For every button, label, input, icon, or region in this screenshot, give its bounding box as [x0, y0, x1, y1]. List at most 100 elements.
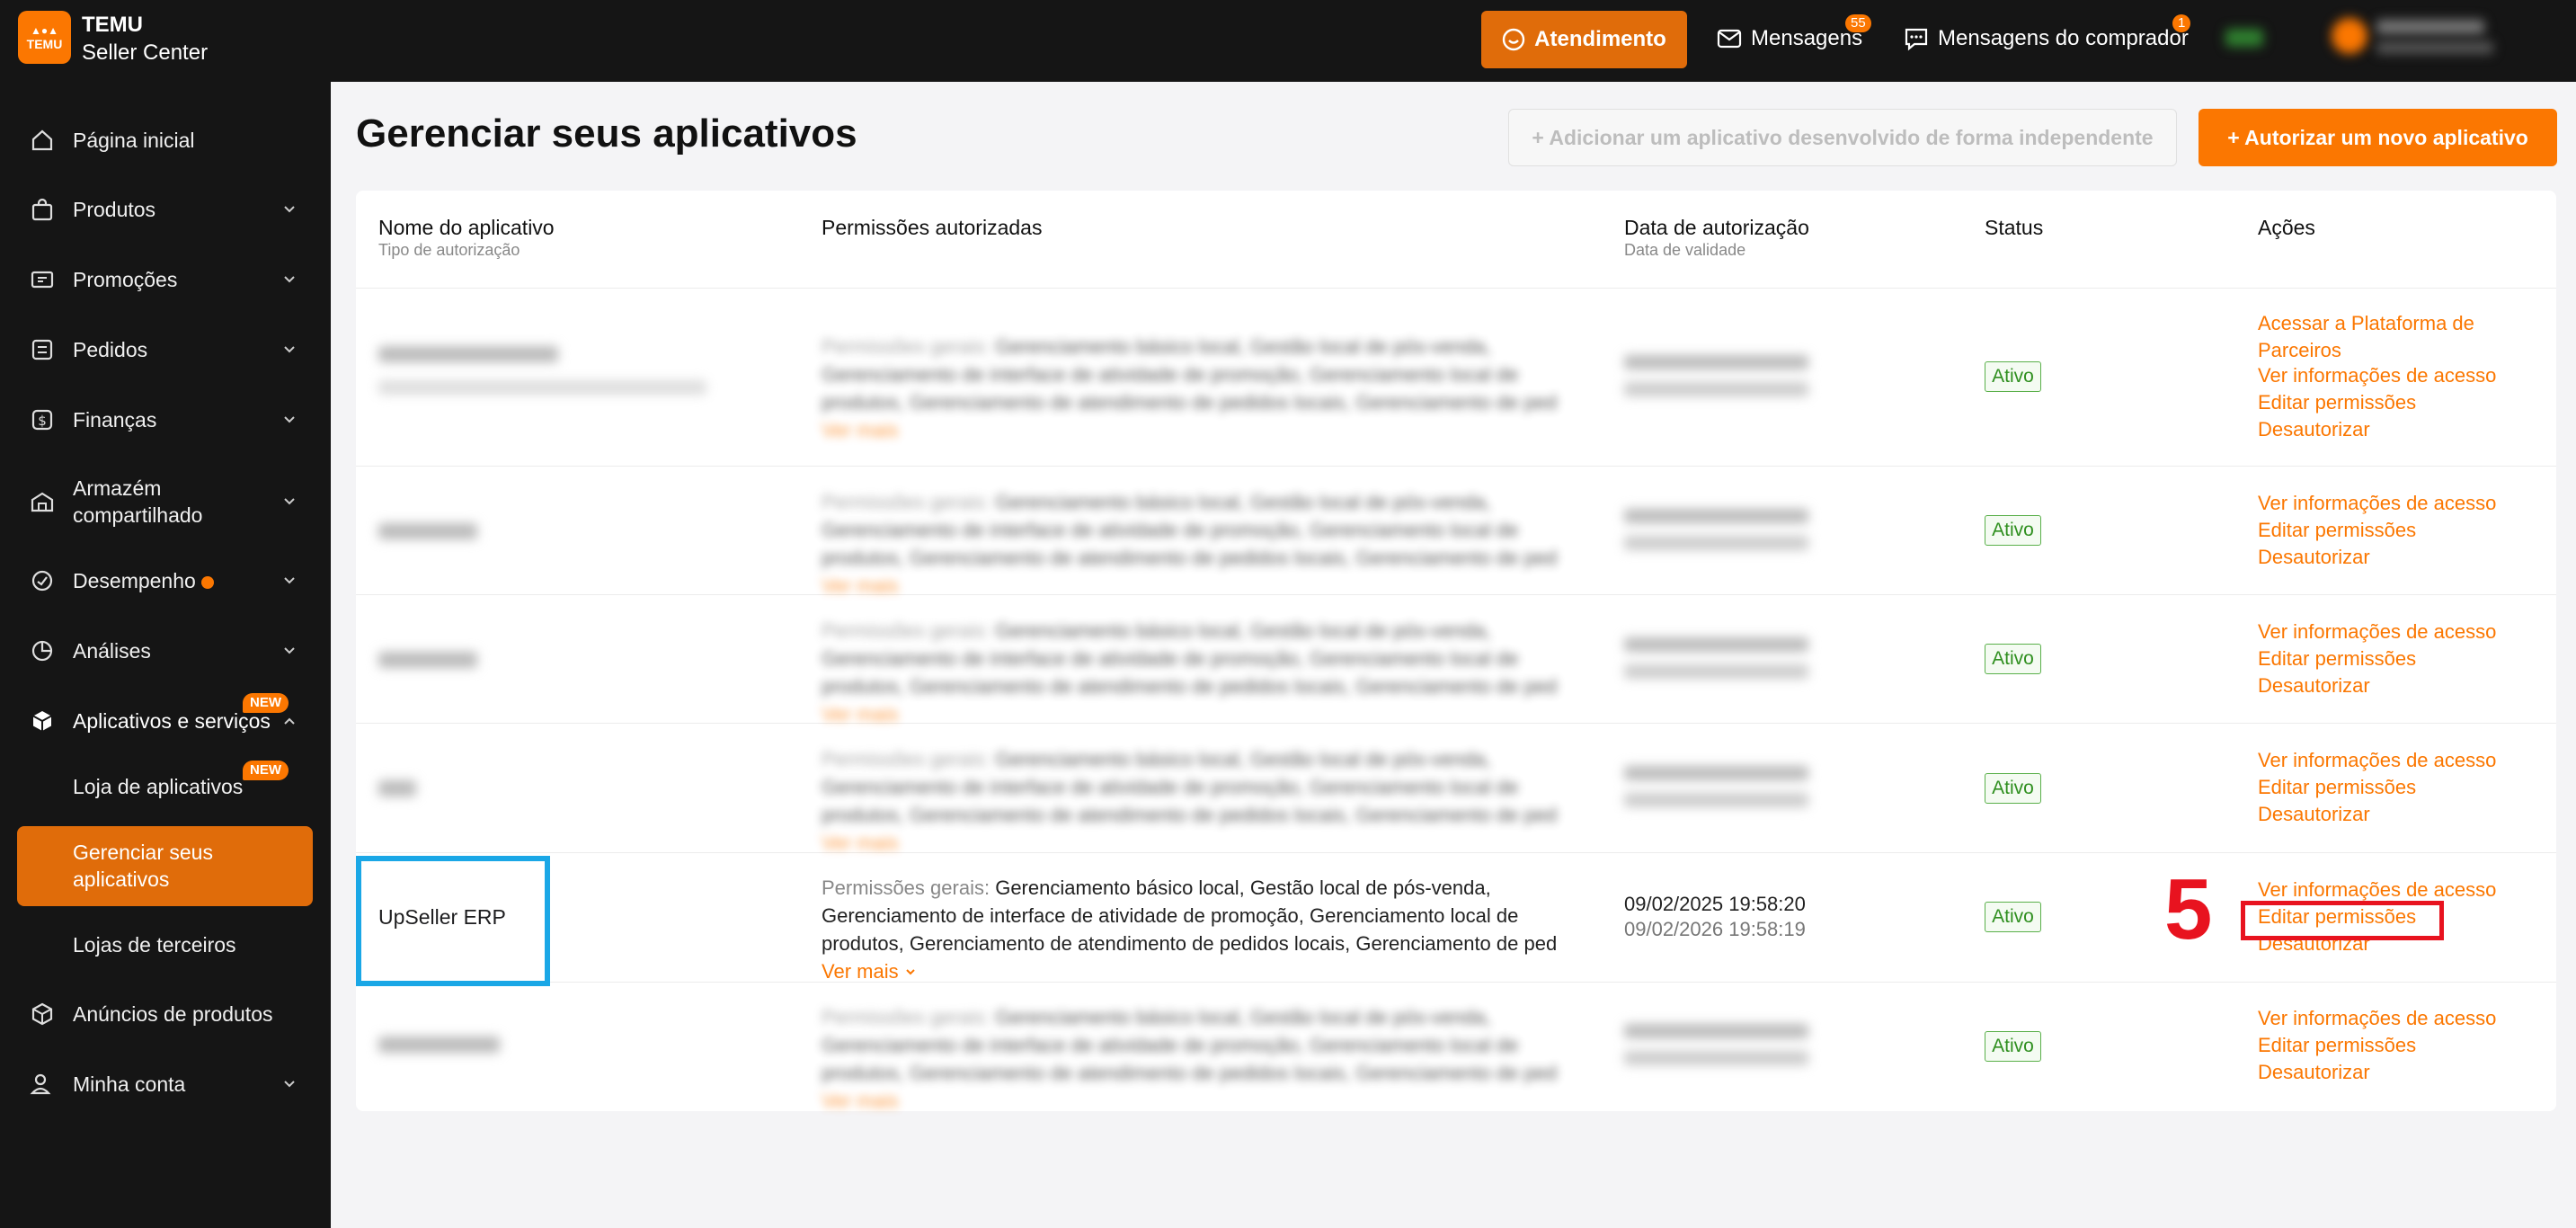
brand-subtitle: Seller Center: [82, 40, 209, 65]
user-icon: [29, 1071, 56, 1098]
perm-prefix: Permissões gerais:: [822, 491, 990, 513]
chevron-down-icon: [284, 346, 295, 353]
account-name: [2376, 20, 2484, 34]
perm-prefix: Permissões gerais:: [822, 877, 990, 899]
status-badge: Ativo: [1985, 773, 2041, 804]
pie-chart-icon: [29, 637, 56, 664]
messages-button[interactable]: Mensagens: [1717, 18, 1862, 59]
edit-permissions-highlight-box: [2241, 901, 2444, 940]
region-flag[interactable]: [2225, 29, 2263, 47]
status-badge: Ativo: [1985, 515, 2041, 546]
valid-date-blurred: [1624, 382, 1808, 396]
sidebar-item-analytics[interactable]: Análises: [0, 635, 331, 667]
action-edit-permissions-link[interactable]: Editar permissões: [2258, 517, 2416, 544]
column-header-permissions: Permissões autorizadas: [822, 216, 1043, 239]
atendimento-button[interactable]: Atendimento: [1481, 11, 1687, 68]
ticket-icon: [29, 266, 56, 293]
mail-icon: [1717, 29, 1742, 49]
gauge-icon: [29, 567, 56, 594]
action-view-access-link[interactable]: Ver informações de acesso: [2258, 747, 2496, 774]
permissions-text: Permissões gerais: Gerenciamento básico …: [822, 745, 1582, 857]
notification-dot: [200, 575, 214, 589]
account-id: [2376, 41, 2493, 54]
ver-mais-link[interactable]: Ver mais: [822, 1090, 899, 1112]
sidebar-item-label: Armazém compartilhado: [73, 476, 203, 527]
ver-mais-link[interactable]: Ver mais: [822, 419, 899, 441]
svg-text:$: $: [38, 413, 47, 429]
column-subheader-valid-date: Data de validade: [1624, 241, 1746, 259]
ver-mais-link[interactable]: Ver mais: [822, 703, 899, 725]
column-header-status: Status: [1985, 216, 2044, 239]
page-title: Gerenciar seus aplicativos: [356, 111, 857, 156]
action-edit-permissions-link[interactable]: Editar permissões: [2258, 774, 2416, 801]
auth-date-blurred: [1624, 509, 1808, 523]
sidebar-item-product-ads[interactable]: Anúncios de produtos: [0, 998, 331, 1030]
action-deauthorize-link[interactable]: Desautorizar: [2258, 801, 2370, 828]
valid-date-blurred: [1624, 1051, 1808, 1065]
chat-bubble-icon: [1502, 28, 1525, 51]
comment-icon: [1905, 28, 1928, 51]
bag-icon: [29, 196, 56, 223]
action-view-access-link[interactable]: Ver informações de acesso: [2258, 362, 2496, 389]
sidebar-item-my-account[interactable]: Minha conta: [0, 1068, 331, 1100]
action-deauthorize-link[interactable]: Desautorizar: [2258, 416, 2370, 443]
add-independent-app-button[interactable]: + Adicionar um aplicativo desenvolvido d…: [1508, 109, 2177, 166]
ver-mais-link[interactable]: Ver mais: [822, 960, 917, 983]
ver-mais-label: Ver mais: [822, 960, 899, 983]
sidebar-subitem-manage-apps-label: Gerenciar seus aplicativos: [73, 841, 213, 891]
sidebar-item-label: Promoções: [73, 268, 178, 291]
chevron-up-icon: [284, 717, 295, 725]
action-deauthorize-link[interactable]: Desautorizar: [2258, 544, 2370, 571]
auth-date-blurred: [1624, 355, 1808, 369]
authorize-new-app-button[interactable]: + Autorizar um novo aplicativo: [2198, 109, 2557, 166]
sidebar-item-promotions[interactable]: Promoções: [0, 263, 331, 296]
sidebar-item-label: Aplicativos e serviços: [73, 709, 271, 733]
auth-date: 09/02/2025 19:58:20: [1624, 893, 1806, 915]
row-divider: [356, 288, 2556, 289]
sidebar-subitem-app-store[interactable]: Loja de aplicativos: [73, 775, 243, 799]
status-badge: Ativo: [1985, 902, 2041, 932]
action-deauthorize-link[interactable]: Desautorizar: [2258, 1059, 2370, 1086]
logo-icon-text: TEMU: [26, 36, 63, 51]
chevron-down-icon: [284, 498, 295, 505]
sidebar-item-warehouse[interactable]: Armazém compartilhado: [0, 472, 331, 531]
auth-date-blurred: [1624, 766, 1808, 780]
auth-date-blurred: [1624, 1024, 1808, 1038]
chevron-down-icon: [284, 1081, 295, 1088]
perm-prefix: Permissões gerais:: [822, 335, 990, 358]
action-edit-permissions-link[interactable]: Editar permissões: [2258, 645, 2416, 672]
logo-icon: ▲●▲: [30, 23, 58, 37]
action-edit-permissions-link[interactable]: Editar permissões: [2258, 389, 2416, 416]
chevron-down-icon: [284, 276, 295, 283]
buyer-messages-label: Mensagens do comprador: [1938, 26, 2189, 50]
sidebar-item-performance[interactable]: Desempenho: [0, 565, 331, 597]
avatar[interactable]: [2332, 18, 2367, 54]
action-view-access-link[interactable]: Ver informações de acesso: [2258, 877, 2496, 903]
atendimento-label: Atendimento: [1534, 27, 1666, 51]
status-badge: Ativo: [1985, 1031, 2041, 1062]
sidebar-item-finance[interactable]: $ Finanças: [0, 404, 331, 436]
new-badge: NEW: [243, 761, 289, 780]
action-view-access-link[interactable]: Ver informações de acesso: [2258, 618, 2496, 645]
perm-prefix: Permissões gerais:: [822, 748, 990, 770]
cube-outline-icon: [29, 1001, 56, 1028]
sidebar-item-home[interactable]: Página inicial: [0, 124, 331, 156]
action-partner-platform-link[interactable]: Acessar a Plataforma de Parceiros: [2258, 310, 2492, 364]
ver-mais-link[interactable]: Ver mais: [822, 832, 899, 854]
chevron-down-icon: [284, 206, 295, 213]
action-view-access-link[interactable]: Ver informações de acesso: [2258, 490, 2496, 517]
action-deauthorize-link[interactable]: Desautorizar: [2258, 672, 2370, 699]
row-divider: [356, 466, 2556, 467]
app-name-blurred: [378, 652, 477, 668]
action-edit-permissions-link[interactable]: Editar permissões: [2258, 1032, 2416, 1059]
sidebar-item-label: Desempenho: [73, 567, 214, 594]
sidebar-item-products[interactable]: Produtos: [0, 193, 331, 226]
buyer-messages-button[interactable]: Mensagens do comprador: [1904, 18, 2189, 59]
sidebar-subitem-third-party-stores[interactable]: Lojas de terceiros: [73, 933, 236, 957]
sidebar-item-orders[interactable]: Pedidos: [0, 334, 331, 366]
valid-date-blurred: [1624, 664, 1808, 679]
action-view-access-link[interactable]: Ver informações de acesso: [2258, 1005, 2496, 1032]
status-badge: Ativo: [1985, 361, 2041, 392]
ver-mais-link[interactable]: Ver mais: [822, 574, 899, 597]
temu-logo[interactable]: ▲●▲ TEMU: [18, 11, 71, 64]
